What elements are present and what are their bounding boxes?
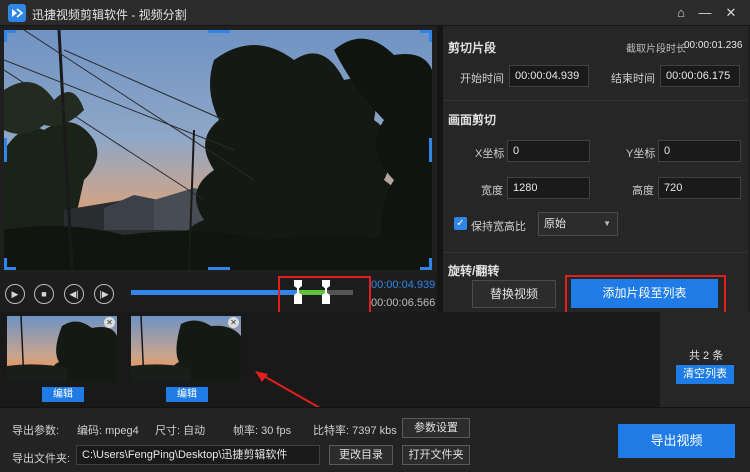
- video-frame-image: [4, 30, 432, 270]
- height-label: 高度: [632, 185, 654, 197]
- size-value: 尺寸: 自动: [155, 425, 206, 437]
- title-bar: 迅捷视频剪辑软件 - 视频分割 ⌂ — ✕: [0, 0, 750, 26]
- x-coord-input[interactable]: 0: [507, 140, 590, 162]
- end-time-input[interactable]: 00:00:06.175: [660, 65, 740, 87]
- end-time: 00:00:06.566: [371, 297, 436, 309]
- edit-clip-button[interactable]: 编辑: [166, 387, 208, 402]
- codec-value: 编码: mpeg4: [77, 425, 139, 437]
- stop-icon: ■: [41, 289, 47, 299]
- fps-value: 帧率: 30 fps: [233, 425, 292, 437]
- x-coord-label: X坐标: [475, 148, 505, 160]
- home-icon[interactable]: ⌂: [672, 4, 690, 22]
- next-frame-button[interactable]: |▶: [94, 284, 114, 304]
- keep-ratio-checkbox[interactable]: ✓: [454, 217, 467, 230]
- close-icon[interactable]: ✕: [722, 4, 740, 22]
- width-input[interactable]: 1280: [507, 177, 590, 199]
- edit-clip-button[interactable]: 编辑: [42, 387, 84, 402]
- play-icon: ▶: [11, 289, 19, 299]
- timeline-played: [131, 290, 298, 295]
- crop-section-title: 画面剪切: [448, 113, 497, 127]
- section-divider: [443, 252, 748, 253]
- step-forward-icon: |▶: [99, 289, 109, 299]
- current-time: 00:00:04.939: [371, 279, 436, 291]
- play-button[interactable]: ▶: [5, 284, 25, 304]
- close-icon[interactable]: ✕: [228, 317, 239, 328]
- section-divider: [443, 100, 748, 101]
- height-input[interactable]: 720: [658, 177, 741, 199]
- export-video-button[interactable]: 导出视频: [618, 424, 735, 458]
- change-dir-button[interactable]: 更改目录: [329, 445, 393, 465]
- end-time-label: 结束时间: [611, 73, 655, 85]
- replace-video-button[interactable]: 替换视频: [472, 280, 556, 308]
- clip-thumbnail[interactable]: ✕: [7, 315, 117, 383]
- clip-duration-label: 截取片段时长: [626, 44, 686, 55]
- y-coord-input[interactable]: 0: [658, 140, 741, 162]
- bitrate-value: 比特率: 7397 kbs: [313, 425, 397, 437]
- step-back-icon: ◀|: [69, 289, 79, 299]
- start-time-input[interactable]: 00:00:04.939: [509, 65, 589, 87]
- keep-ratio-label: 保持宽高比: [471, 221, 526, 233]
- width-label: 宽度: [481, 185, 503, 197]
- close-icon[interactable]: ✕: [104, 317, 115, 328]
- stop-button[interactable]: ■: [34, 284, 54, 304]
- thumbnail-image: [131, 315, 241, 383]
- export-folder-label: 导出文件夹:: [12, 453, 71, 465]
- highlight-box: [565, 275, 726, 317]
- chevron-down-icon: ▼: [603, 219, 611, 228]
- open-folder-button[interactable]: 打开文件夹: [402, 445, 470, 465]
- export-folder-input[interactable]: C:\Users\FengPing\Desktop\迅捷剪辑软件: [76, 445, 320, 465]
- clip-thumbnail[interactable]: ✕: [131, 315, 241, 383]
- start-time-label: 开始时间: [460, 73, 504, 85]
- clear-list-button[interactable]: 清空列表: [676, 365, 734, 384]
- thumbnail-image: [7, 315, 117, 383]
- export-params-label: 导出参数:: [12, 425, 60, 437]
- param-settings-button[interactable]: 参数设置: [402, 418, 470, 438]
- highlight-box: [278, 276, 371, 315]
- arrow-annotation: [255, 371, 321, 409]
- minimize-icon[interactable]: —: [696, 4, 714, 22]
- clip-section-title: 剪切片段: [448, 41, 497, 55]
- rotate-section-title: 旋转/翻转: [448, 264, 500, 278]
- app-logo: [8, 4, 26, 22]
- list-count: 共 2 条: [689, 350, 724, 362]
- clip-duration-value: 00:00:01.236: [684, 40, 743, 51]
- video-preview[interactable]: [4, 30, 432, 270]
- prev-frame-button[interactable]: ◀|: [64, 284, 84, 304]
- ratio-select[interactable]: 原始 ▼: [538, 212, 618, 236]
- ratio-select-value: 原始: [544, 218, 566, 230]
- window-title: 迅捷视频剪辑软件 - 视频分割: [32, 8, 187, 22]
- y-coord-label: Y坐标: [626, 148, 656, 160]
